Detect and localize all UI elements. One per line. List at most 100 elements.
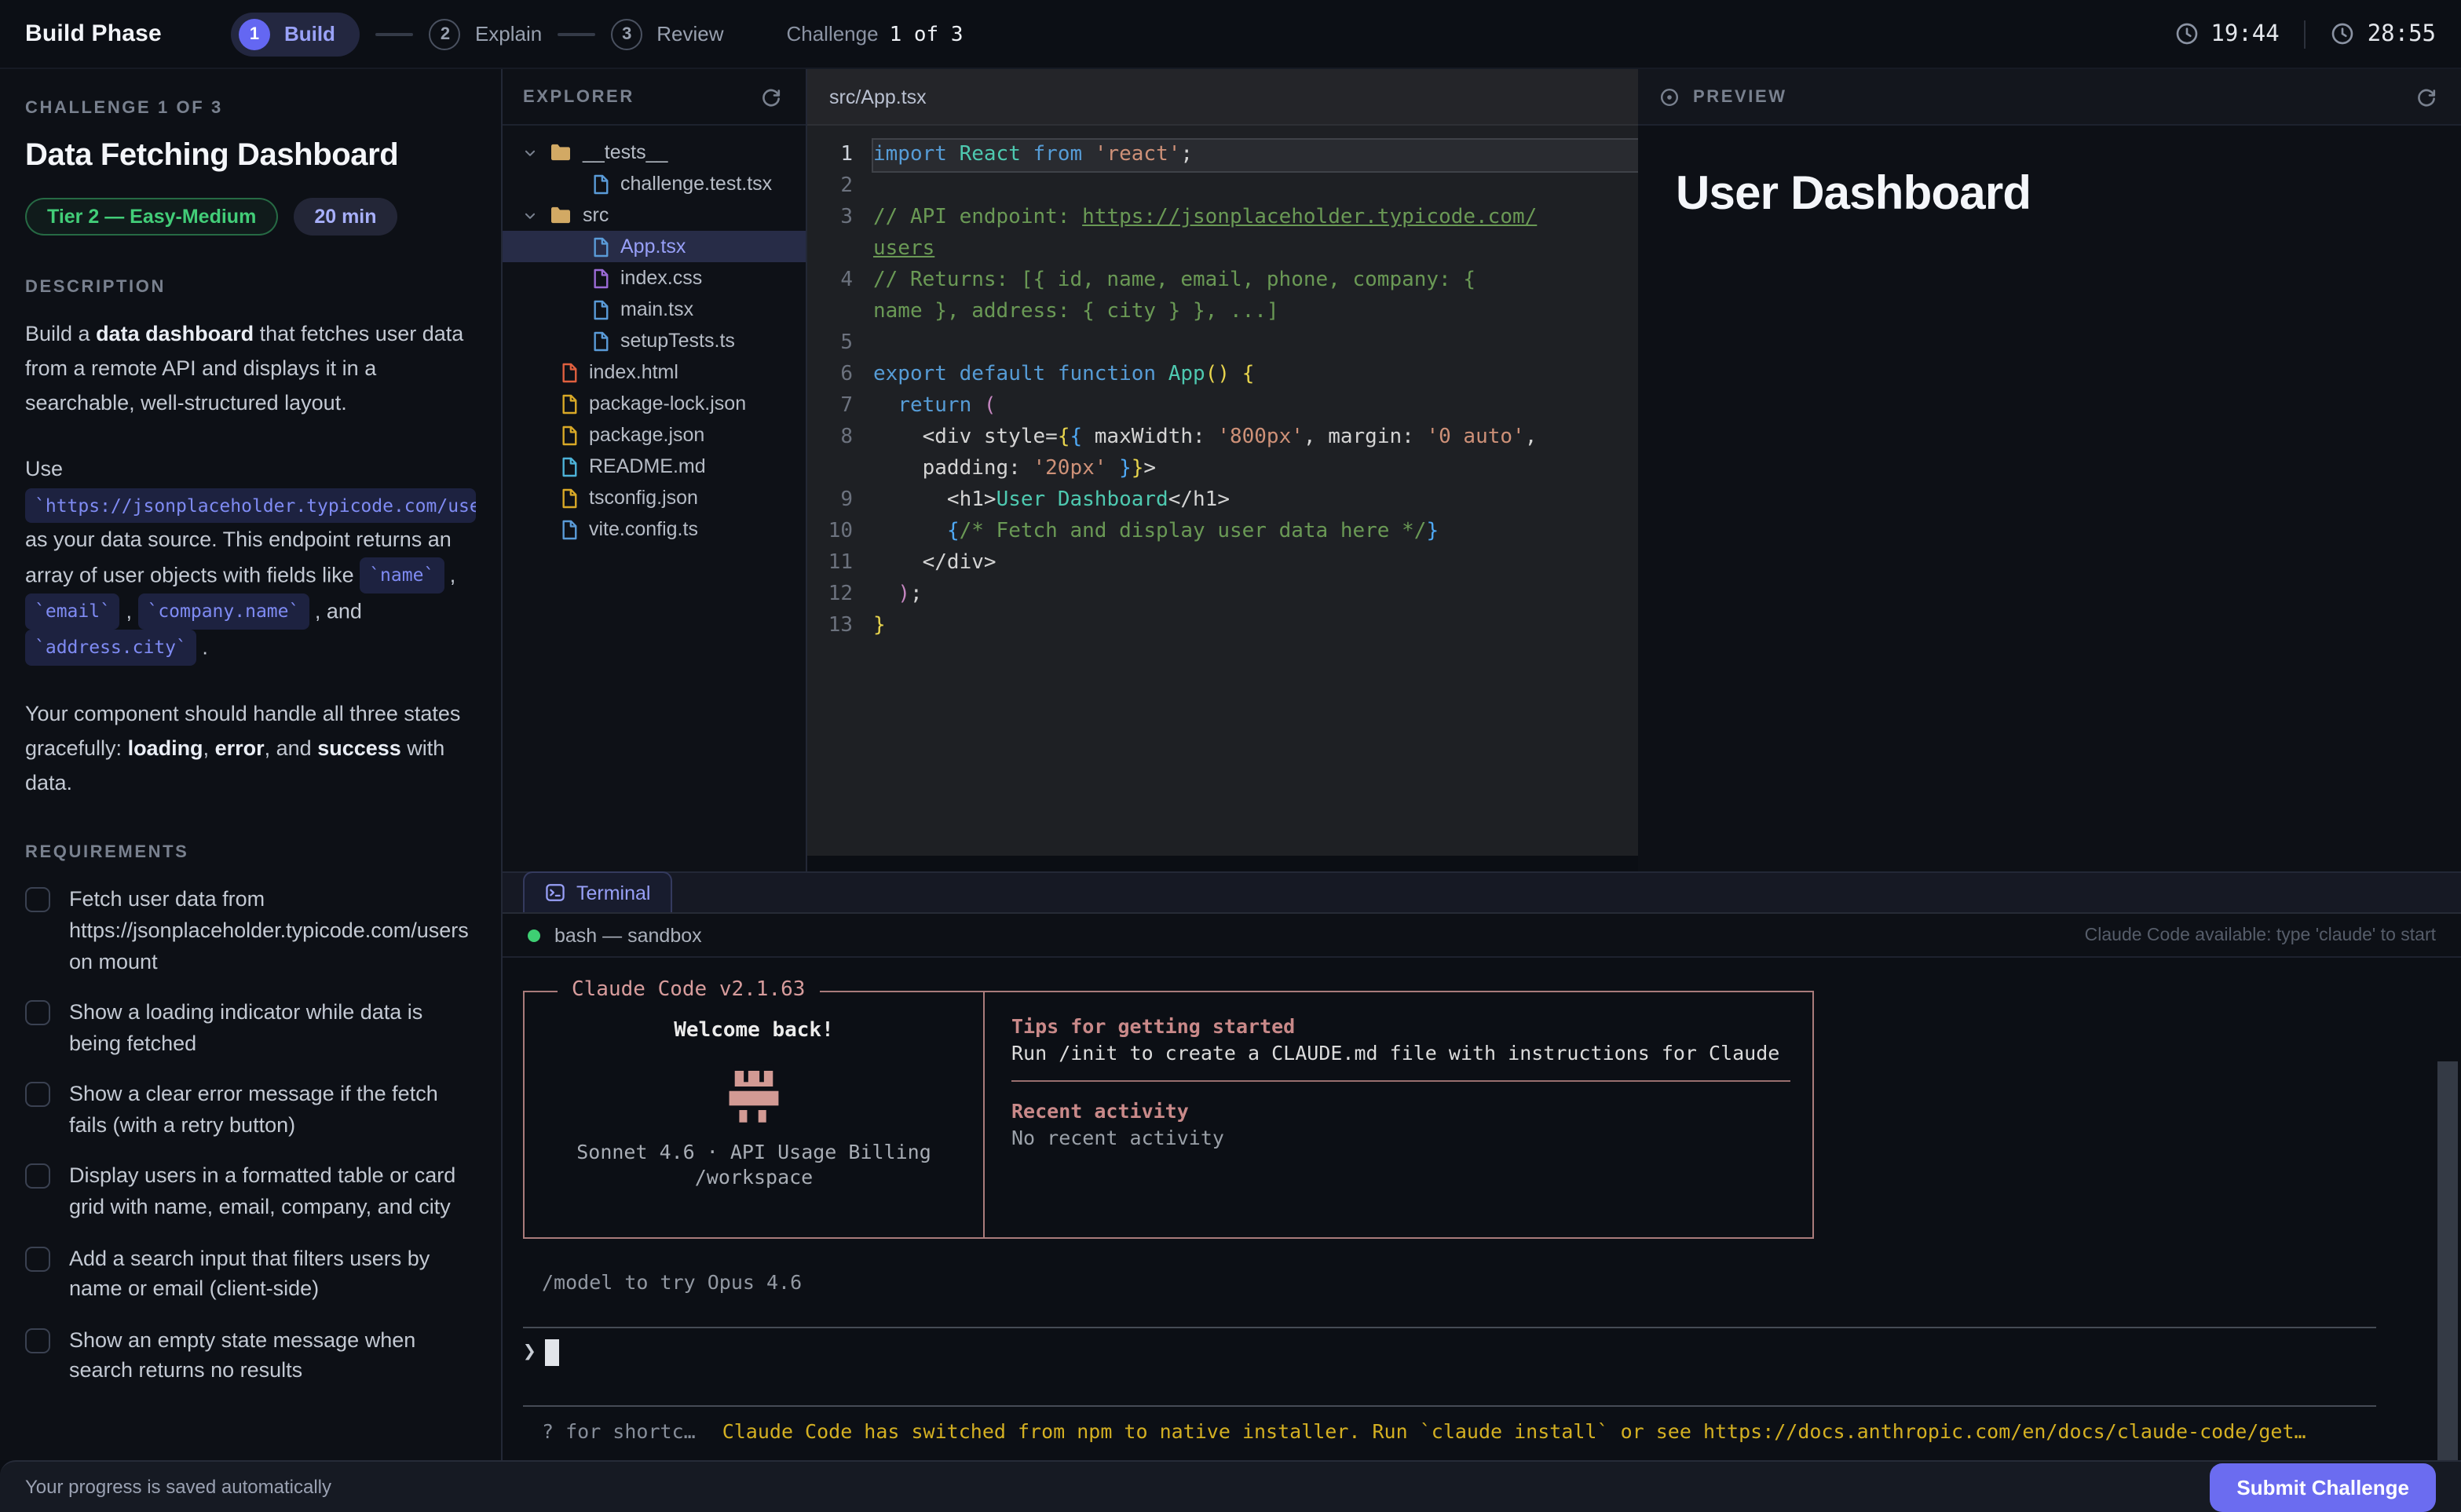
step-review-number: 3	[611, 18, 642, 49]
code-text: }	[873, 611, 1638, 642]
inline-code-chip: `address.city`	[25, 630, 196, 666]
editor-tab-file[interactable]: src/App.tsx	[829, 86, 927, 108]
code-line[interactable]: 11 </div>	[807, 548, 1638, 579]
phase-stepper: 1 Build 2 Explain 3 Review	[231, 12, 724, 56]
file-icon	[561, 362, 578, 382]
code-text: padding: '20px' }}>	[873, 454, 1638, 485]
file-icon	[592, 236, 609, 257]
code-line[interactable]: 13}	[807, 611, 1638, 642]
description-bold: loading	[128, 736, 203, 760]
file-name: index.html	[589, 361, 678, 383]
terminal-prompt[interactable]: ❯	[523, 1331, 2398, 1372]
claude-robot-icon	[718, 1063, 790, 1126]
inline-code-chip: `email`	[25, 594, 120, 630]
preview-refresh-button[interactable]	[2412, 82, 2441, 111]
editor-tab-bar: src/App.tsx	[807, 69, 1638, 126]
app: Build Phase 1 Build 2 Explain 3 Review C…	[0, 0, 2461, 1512]
requirement-checkbox[interactable]	[25, 1328, 50, 1353]
file-icon	[561, 519, 578, 539]
description-text: ,	[203, 736, 215, 760]
step-explain-number: 2	[430, 18, 461, 49]
description-text: Build a	[25, 322, 96, 345]
line-number: 4	[807, 265, 873, 297]
file-row[interactable]: vite.config.ts	[503, 513, 806, 545]
chevron-down-icon	[523, 145, 537, 159]
code-line[interactable]: padding: '20px' }}>	[807, 454, 1638, 485]
shortcuts-hint: ? for shortc…	[542, 1419, 696, 1443]
explorer-refresh-button[interactable]	[757, 82, 785, 111]
description-paragraph: Your component should handle all three s…	[25, 697, 476, 802]
file-row[interactable]: App.tsx	[503, 231, 806, 262]
tier-badge: Tier 2 — Easy-Medium	[25, 198, 278, 236]
description-paragraph: Use `https://jsonplaceholder.typicode.co…	[25, 453, 476, 666]
description-bold: success	[317, 736, 401, 760]
code-editor: src/App.tsx 1import React from 'react';2…	[807, 69, 1638, 871]
welcome-message: Welcome back!	[525, 1019, 983, 1043]
line-number: 8	[807, 422, 873, 454]
recent-activity-header: Recent activity	[1011, 1097, 1790, 1124]
code-line[interactable]: 1import React from 'react';	[807, 140, 1638, 171]
file-row[interactable]: index.html	[503, 356, 806, 388]
step-review[interactable]: 3 Review	[611, 18, 723, 49]
file-row[interactable]: index.css	[503, 262, 806, 294]
code-line[interactable]: 2	[807, 171, 1638, 203]
app-title: Build Phase	[25, 20, 162, 47]
code-line[interactable]: 3// API endpoint: https://jsonplaceholde…	[807, 203, 1638, 234]
code-line[interactable]: 10 {/* Fetch and display user data here …	[807, 517, 1638, 548]
clock-icon	[2174, 22, 2198, 46]
requirement-text: Fetch user data from https://jsonplaceho…	[69, 885, 476, 977]
file-row[interactable]: package-lock.json	[503, 388, 806, 419]
file-icon	[592, 268, 609, 288]
code-line[interactable]: 9 <h1>User Dashboard</h1>	[807, 485, 1638, 517]
file-row[interactable]: tsconfig.json	[503, 482, 806, 513]
code-line[interactable]: name }, address: { city } }, ...]	[807, 297, 1638, 328]
footer-bar: Your progress is saved automatically Sub…	[0, 1460, 2461, 1512]
terminal-content[interactable]: Claude Code v2.1.63 Welcome back!	[503, 958, 2461, 1460]
file-icon	[561, 488, 578, 508]
code-line[interactable]: 12 );	[807, 579, 1638, 611]
requirement-checkbox[interactable]	[25, 1246, 50, 1271]
folder-row[interactable]: src	[503, 199, 806, 231]
code-text	[873, 171, 1638, 203]
code-line[interactable]: 8 <div style={{ maxWidth: '800px', margi…	[807, 422, 1638, 454]
code-line[interactable]: 6export default function App() {	[807, 360, 1638, 391]
file-tree: __tests__challenge.test.tsxsrcApp.tsxind…	[503, 126, 806, 545]
requirement-checkbox[interactable]	[25, 1000, 50, 1025]
code-area[interactable]: 1import React from 'react';23// API endp…	[807, 126, 1638, 856]
code-line[interactable]: 7 return (	[807, 391, 1638, 422]
terminal-session-bar: bash — sandbox Claude Code available: ty…	[503, 914, 2461, 958]
file-name: main.tsx	[620, 298, 693, 320]
code-line[interactable]: 5	[807, 328, 1638, 360]
folder-icon	[550, 206, 572, 225]
model-hint: /model to try Opus 4.6	[542, 1270, 2398, 1294]
clock-icon	[2331, 22, 2355, 46]
prompt-chevron: ❯	[523, 1339, 536, 1364]
code-text: users	[873, 234, 1638, 265]
file-name: package-lock.json	[589, 393, 746, 415]
phase-timer: 19:44	[2174, 21, 2279, 46]
file-row[interactable]: main.tsx	[503, 294, 806, 325]
file-row[interactable]: setupTests.ts	[503, 325, 806, 356]
claude-code-welcome-box: Claude Code v2.1.63 Welcome back!	[523, 991, 1814, 1239]
description-text: Use	[25, 458, 63, 481]
terminal-status-bar: ? for shortc… Claude Code has switched f…	[542, 1419, 2379, 1443]
step-build[interactable]: 1 Build	[231, 12, 360, 56]
requirement-checkbox[interactable]	[25, 1164, 50, 1189]
file-row[interactable]: README.md	[503, 451, 806, 482]
terminal-tab[interactable]: Terminal	[523, 871, 673, 912]
submit-challenge-button[interactable]: Submit Challenge	[2210, 1463, 2436, 1511]
requirement-item: Display users in a formatted table or ca…	[25, 1161, 476, 1222]
folder-row[interactable]: __tests__	[503, 137, 806, 168]
requirement-checkbox[interactable]	[25, 888, 50, 913]
terminal-scrollbar[interactable]	[2437, 1061, 2458, 1460]
line-number	[807, 454, 873, 485]
refresh-icon	[760, 86, 782, 108]
requirement-text: Show a loading indicator while data is b…	[69, 997, 476, 1058]
code-line[interactable]: 4// Returns: [{ id, name, email, phone, …	[807, 265, 1638, 297]
code-line[interactable]: users	[807, 234, 1638, 265]
requirement-checkbox[interactable]	[25, 1083, 50, 1108]
file-row[interactable]: package.json	[503, 419, 806, 451]
step-explain[interactable]: 2 Explain	[430, 18, 542, 49]
file-row[interactable]: challenge.test.tsx	[503, 168, 806, 199]
folder-icon	[550, 206, 572, 225]
